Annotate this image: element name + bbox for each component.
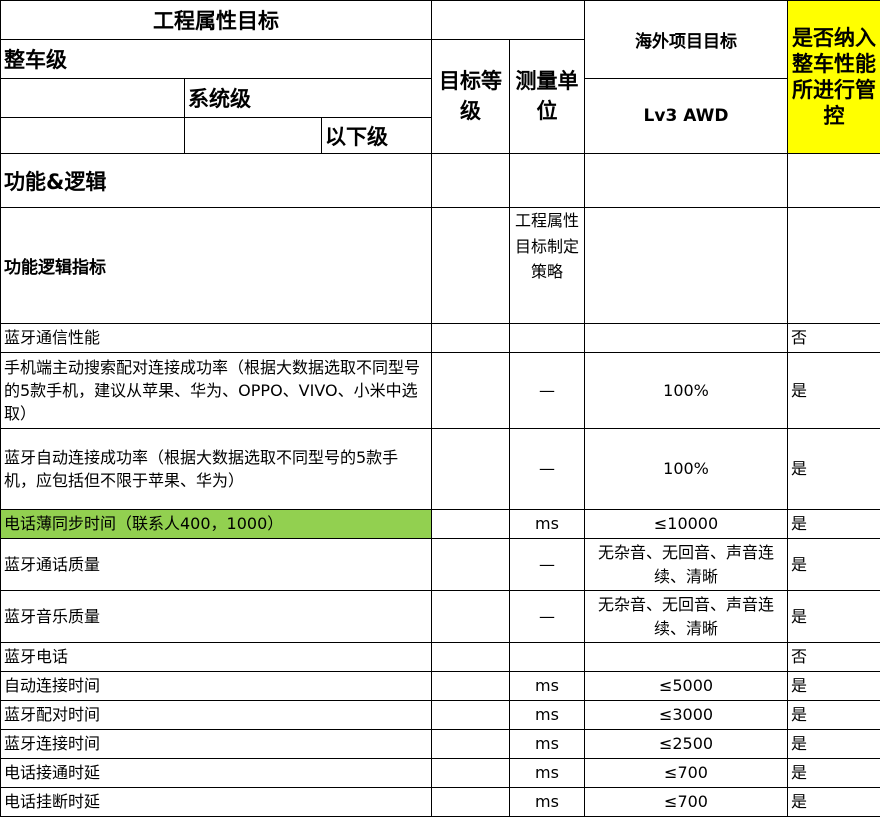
- item-unit: [509, 323, 586, 353]
- item-control: 否: [787, 323, 880, 353]
- item-control: 是: [787, 671, 880, 701]
- overseas-target-header: 海外项目目标: [584, 0, 789, 79]
- item-unit: —: [509, 538, 586, 591]
- section-title: 功能&逻辑: [0, 153, 433, 208]
- item-control: 是: [787, 758, 880, 788]
- target-grade-header: 目标等级: [431, 39, 511, 154]
- item-target: ≤5000: [584, 671, 789, 701]
- table-row: 蓝牙连接时间 ms ≤2500 是: [0, 729, 880, 759]
- item-name: 蓝牙连接时间: [0, 729, 433, 759]
- item-unit: —: [509, 428, 586, 510]
- blank-cell: [584, 207, 789, 324]
- item-unit: [509, 642, 586, 672]
- below-level-label: 以下级: [320, 117, 433, 154]
- item-control: 是: [787, 729, 880, 759]
- spec-table: 工程属性目标 海外项目目标 是否纳入整车性能所进行管控 整车级 目标等级 测量单…: [0, 0, 880, 817]
- item-control: 是: [787, 590, 880, 643]
- measure-unit-header: 测量单位: [509, 39, 586, 154]
- item-name: 蓝牙通信性能: [0, 323, 433, 353]
- table-row: 蓝牙配对时间 ms ≤3000 是: [0, 700, 880, 730]
- blank-cell: [509, 153, 586, 208]
- blank-cell: [584, 153, 789, 208]
- item-control: 是: [787, 509, 880, 539]
- lv-awd-header: Lv3 AWD: [584, 78, 789, 154]
- item-grade: [431, 352, 511, 429]
- item-unit: ms: [509, 509, 586, 539]
- item-unit: —: [509, 590, 586, 643]
- item-grade: [431, 509, 511, 539]
- item-unit: —: [509, 352, 586, 429]
- item-grade: [431, 700, 511, 730]
- table-row: 电话薄同步时间（联系人400，1000） ms ≤10000 是: [0, 509, 880, 539]
- blank-cell: [431, 207, 511, 324]
- item-grade: [431, 642, 511, 672]
- item-target: [584, 642, 789, 672]
- item-target: ≤3000: [584, 700, 789, 730]
- item-control: 是: [787, 428, 880, 510]
- blank-vehicle-cell-2: [0, 117, 185, 154]
- item-grade: [431, 428, 511, 510]
- item-grade: [431, 787, 511, 817]
- item-name: 电话挂断时延: [0, 787, 433, 817]
- system-level-label: 系统级: [183, 78, 433, 118]
- item-name: 手机端主动搜索配对连接成功率（根据大数据选取不同型号的5款手机，建议从苹果、华为…: [0, 352, 433, 429]
- item-target: 100%: [584, 428, 789, 510]
- item-unit: ms: [509, 700, 586, 730]
- item-control: 是: [787, 352, 880, 429]
- table-row: 蓝牙通信性能 否: [0, 323, 880, 353]
- item-grade: [431, 758, 511, 788]
- table-row: 电话接通时延 ms ≤700 是: [0, 758, 880, 788]
- item-unit: ms: [509, 671, 586, 701]
- blank-vehicle-cell: [0, 78, 185, 118]
- item-control: 否: [787, 642, 880, 672]
- table-row: 蓝牙电话 否: [0, 642, 880, 672]
- indicator-label: 功能逻辑指标: [0, 207, 433, 324]
- item-target: 无杂音、无回音、声音连续、清晰: [584, 538, 789, 591]
- table-row: 蓝牙通话质量 — 无杂音、无回音、声音连续、清晰 是: [0, 538, 880, 591]
- item-name: 电话薄同步时间（联系人400，1000）: [0, 509, 433, 539]
- vehicle-level-label: 整车级: [0, 39, 433, 79]
- item-grade: [431, 671, 511, 701]
- item-unit: ms: [509, 787, 586, 817]
- item-name: 蓝牙音乐质量: [0, 590, 433, 643]
- blank-cell: [787, 207, 880, 324]
- item-name: 蓝牙通话质量: [0, 538, 433, 591]
- item-name: 蓝牙自动连接成功率（根据大数据选取不同型号的5款手机，应包括但不限于苹果、华为）: [0, 428, 433, 510]
- item-target: ≤700: [584, 758, 789, 788]
- item-grade: [431, 729, 511, 759]
- blank-cell: [431, 153, 511, 208]
- item-control: 是: [787, 538, 880, 591]
- item-target: ≤700: [584, 787, 789, 817]
- item-grade: [431, 323, 511, 353]
- item-target: 无杂音、无回音、声音连续、清晰: [584, 590, 789, 643]
- item-grade: [431, 538, 511, 591]
- item-unit: ms: [509, 758, 586, 788]
- item-unit: ms: [509, 729, 586, 759]
- item-target: 100%: [584, 352, 789, 429]
- item-name: 自动连接时间: [0, 671, 433, 701]
- table-row: 自动连接时间 ms ≤5000 是: [0, 671, 880, 701]
- item-target: ≤2500: [584, 729, 789, 759]
- item-name: 蓝牙配对时间: [0, 700, 433, 730]
- item-control: 是: [787, 787, 880, 817]
- control-header: 是否纳入整车性能所进行管控: [787, 0, 880, 154]
- blank-system-cell: [184, 117, 322, 154]
- blank-cell: [787, 153, 880, 208]
- item-name: 电话接通时延: [0, 758, 433, 788]
- strategy-label: 工程属性目标制定策略: [509, 207, 586, 324]
- item-target: [584, 323, 789, 353]
- blank-header-cell: [431, 0, 586, 40]
- table-row: 电话挂断时延 ms ≤700 是: [0, 787, 880, 817]
- table-row: 蓝牙音乐质量 — 无杂音、无回音、声音连续、清晰 是: [0, 590, 880, 643]
- item-name: 蓝牙电话: [0, 642, 433, 672]
- table-row: 蓝牙自动连接成功率（根据大数据选取不同型号的5款手机，应包括但不限于苹果、华为）…: [0, 428, 880, 510]
- item-grade: [431, 590, 511, 643]
- item-target: ≤10000: [584, 509, 789, 539]
- item-control: 是: [787, 700, 880, 730]
- eng-target-header: 工程属性目标: [0, 0, 433, 40]
- table-row: 手机端主动搜索配对连接成功率（根据大数据选取不同型号的5款手机，建议从苹果、华为…: [0, 352, 880, 429]
